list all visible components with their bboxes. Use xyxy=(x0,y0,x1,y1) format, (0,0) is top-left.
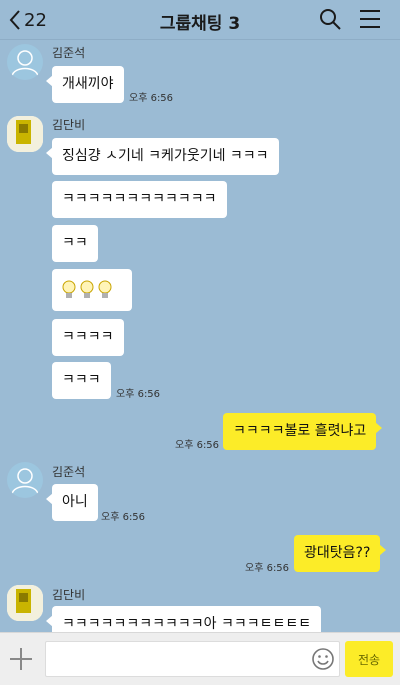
search-button[interactable] xyxy=(318,7,342,35)
plus-icon xyxy=(10,648,32,670)
emoji-button[interactable] xyxy=(311,647,335,675)
message-time: 오후 6:56 xyxy=(101,512,146,523)
sender-name: 김단비 xyxy=(52,588,86,602)
menu-button[interactable] xyxy=(358,7,382,35)
message-time: 오후 6:56 xyxy=(175,440,220,451)
sender-name: 김준석 xyxy=(52,465,86,479)
message-bubble[interactable]: 징심걍 ㅅ기네 ㅋ케가웃기네 ㅋㅋㅋ xyxy=(46,138,279,175)
search-icon xyxy=(320,9,341,30)
avatar-default[interactable] xyxy=(7,44,43,80)
lightbulb-icon xyxy=(98,280,112,298)
attach-button[interactable] xyxy=(8,646,34,676)
avatar-photo[interactable] xyxy=(7,585,43,621)
message-bubble-emoji[interactable] xyxy=(52,269,132,311)
my-message-bubble[interactable]: ㅋㅋㅋㅋ볼로 흘렷냐고 xyxy=(223,413,383,450)
input-bar: 전송 xyxy=(0,632,400,685)
lightbulb-icon xyxy=(80,280,94,298)
avatar-photo[interactable] xyxy=(7,116,43,152)
message-bubble[interactable]: ㅋㅋ xyxy=(52,225,98,262)
my-message-bubble[interactable]: 광대탓음?? xyxy=(294,535,387,572)
sender-name: 김준석 xyxy=(52,46,86,60)
emoji-icon xyxy=(312,648,334,670)
sender-name: 김단비 xyxy=(52,118,86,132)
chat-header: 22 그룹채팅 3 xyxy=(0,0,400,40)
lightbulb-icon xyxy=(62,280,76,298)
message-bubble[interactable]: 아니 xyxy=(46,484,98,521)
message-time: 오후 6:56 xyxy=(116,389,161,400)
message-bubble[interactable]: 개새끼야 xyxy=(46,66,124,103)
send-button[interactable]: 전송 xyxy=(345,641,393,677)
message-bubble[interactable]: ㅋㅋㅋㅋㅋㅋㅋㅋㅋㅋㅋㅋ xyxy=(52,181,227,218)
message-bubble[interactable]: ㅋㅋㅋㅋ xyxy=(52,319,124,356)
message-time: 오후 6:56 xyxy=(245,563,290,574)
avatar-default[interactable] xyxy=(7,462,43,498)
message-time: 오후 6:56 xyxy=(129,93,174,104)
message-list[interactable]: 김준석 개새끼야 오후 6:56 김단비 징심걍 ㅅ기네 ㅋ케가웃기네 ㅋㅋㅋ … xyxy=(0,40,400,632)
message-input[interactable] xyxy=(45,641,340,677)
menu-icon xyxy=(360,10,380,28)
message-bubble[interactable]: ㅋㅋㅋ xyxy=(52,362,111,399)
message-bubble[interactable]: ㅋㅋㅋㅋㅋㅋㅋㅋㅋㅋㅋ아 ㅋㅋㅋㅌㅌㅌㅌ xyxy=(45,606,322,632)
